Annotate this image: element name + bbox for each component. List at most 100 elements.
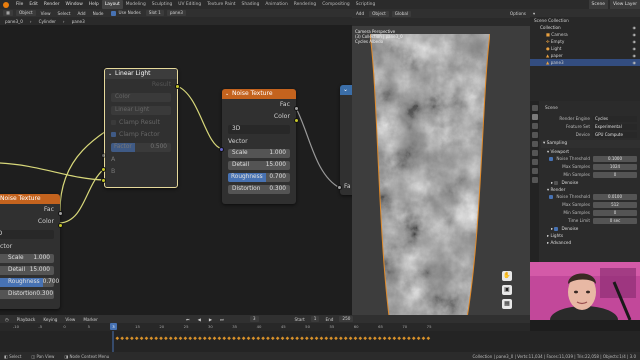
- menu-view[interactable]: View: [63, 317, 77, 322]
- breadcrumb-item[interactable]: pane3: [70, 19, 87, 24]
- fac-input-socket[interactable]: [337, 185, 342, 190]
- linear-light-node[interactable]: ⌄ Linear Light Result Color Linear Light…: [104, 68, 178, 188]
- distortion-field[interactable]: Distortion 0.300: [0, 290, 54, 299]
- blend-mode-dropdown[interactable]: Linear Light: [111, 106, 171, 115]
- roughness-field[interactable]: Roughness 0.700: [228, 173, 290, 182]
- grid-icon[interactable]: ▦: [502, 299, 512, 309]
- eye-icon[interactable]: ◉: [633, 31, 637, 38]
- menu-marker[interactable]: Marker: [81, 317, 99, 322]
- node-editor-canvas[interactable]: ⌄ Linear Light Result Color Linear Light…: [0, 25, 352, 315]
- object-tab-icon[interactable]: [531, 159, 538, 165]
- factor-field[interactable]: Factor 0.500: [111, 143, 171, 152]
- outliner-scene-collection[interactable]: Scene Collection: [530, 17, 640, 24]
- current-frame-field[interactable]: 3: [249, 316, 259, 322]
- roughness-field[interactable]: Roughness 0.700: [0, 278, 59, 287]
- material-tab-icon[interactable]: [531, 177, 538, 183]
- clamp-result-row[interactable]: Clamp Result: [105, 117, 177, 129]
- scale-field[interactable]: Scale 1.000: [0, 254, 54, 263]
- denoise-checkbox[interactable]: [554, 227, 559, 231]
- render-subpanel-header[interactable]: ▾ Render: [541, 186, 640, 193]
- menu-add[interactable]: Add: [354, 11, 366, 16]
- fac-output-socket[interactable]: [58, 211, 63, 216]
- dimensions-dropdown[interactable]: 3D: [228, 125, 290, 134]
- noise-threshold-toggle[interactable]: Noise Threshold: [549, 193, 590, 201]
- blender-logo-icon[interactable]: [3, 1, 9, 8]
- menu-keying[interactable]: Keying: [41, 317, 59, 322]
- scale-field[interactable]: Scale 1.000: [228, 149, 290, 158]
- outliner-item-camera[interactable]: ■ Camera ◉: [530, 31, 640, 38]
- chevron-down-icon[interactable]: ⌄: [108, 69, 112, 79]
- menu-playback[interactable]: Playback: [15, 317, 38, 322]
- node-header[interactable]: ⌄ Linear Light: [105, 69, 177, 79]
- feature-set-dropdown[interactable]: Experimental: [593, 124, 637, 130]
- camera-icon[interactable]: ▣: [502, 285, 512, 295]
- node-header[interactable]: Noise Texture: [0, 194, 60, 204]
- workspace-tab-sculpting[interactable]: Sculpting: [149, 0, 176, 9]
- output-tab-icon[interactable]: [531, 123, 538, 129]
- time-limit-field[interactable]: 0 sec: [593, 218, 637, 224]
- play-icon[interactable]: ▶: [207, 317, 214, 322]
- denoise-subpanel-header[interactable]: ▸ Denoise: [541, 179, 640, 186]
- timeline-ruler[interactable]: -10-50510152025303540455055606570753: [0, 323, 530, 331]
- noise-threshold-checkbox[interactable]: [549, 157, 554, 161]
- detail-field[interactable]: Detail 15.000: [0, 266, 54, 275]
- denoise-subpanel-header[interactable]: ▸ Denoise: [541, 225, 640, 232]
- distortion-field[interactable]: Distortion 0.300: [228, 185, 290, 194]
- outliner-item-empty[interactable]: ✣ Empty ◉: [530, 38, 640, 45]
- device-dropdown[interactable]: GPU Compute: [593, 132, 637, 138]
- menu-render[interactable]: Render: [41, 0, 63, 9]
- noise-threshold-toggle[interactable]: Noise Threshold: [549, 155, 590, 163]
- menu-node[interactable]: Node: [91, 11, 106, 16]
- eye-icon[interactable]: ◉: [633, 38, 637, 45]
- breadcrumb-item[interactable]: pane3_0: [3, 19, 25, 24]
- use-nodes-checkbox[interactable]: [110, 10, 116, 16]
- noise-texture-node[interactable]: ⌄ Noise Texture Fac Color 3D Vector Scal…: [222, 89, 296, 204]
- workspace-tab-compositing[interactable]: Compositing: [319, 0, 353, 9]
- color-output-socket[interactable]: [294, 118, 299, 123]
- advanced-subpanel-header[interactable]: ▸ Advanced: [541, 239, 640, 246]
- outliner-item-light[interactable]: ● Light ◉: [530, 45, 640, 52]
- min-samples-field[interactable]: 0: [593, 172, 637, 178]
- sampling-panel-header[interactable]: ▾ Sampling: [541, 140, 640, 148]
- max-samples-field[interactable]: 512: [593, 202, 637, 208]
- use-nodes-toggle[interactable]: Use Nodes: [109, 10, 143, 16]
- transform-orientation[interactable]: Global: [391, 10, 412, 17]
- detail-field[interactable]: Detail 15.000: [228, 161, 290, 170]
- node-header[interactable]: ⌄ Noise Texture: [222, 89, 296, 99]
- workspace-tab-uv-editing[interactable]: UV Editing: [175, 0, 204, 9]
- noise-threshold-checkbox[interactable]: [549, 195, 554, 199]
- breadcrumb-item[interactable]: Cylinder: [37, 19, 58, 24]
- eye-icon[interactable]: ◉: [633, 52, 637, 59]
- workspace-tab-animation[interactable]: Animation: [262, 0, 290, 9]
- shader-type-select[interactable]: Object: [15, 10, 36, 16]
- end-frame-field[interactable]: 250: [339, 316, 354, 322]
- chevron-down-icon[interactable]: ⌄: [225, 89, 229, 99]
- clamp-factor-row[interactable]: Clamp Factor: [105, 129, 177, 141]
- render-engine-dropdown[interactable]: Cycles: [593, 116, 637, 122]
- outliner-item-paper[interactable]: ▲ paper ◉: [530, 52, 640, 59]
- menu-add[interactable]: Add: [75, 11, 87, 16]
- material-select[interactable]: pane3: [166, 10, 186, 16]
- slot-select[interactable]: Slot 1: [145, 10, 164, 16]
- outliner-filter-icon[interactable]: ▾: [533, 11, 535, 16]
- menu-select[interactable]: Select: [56, 11, 73, 16]
- eye-icon[interactable]: ◉: [633, 45, 637, 52]
- workspace-tab-scripting[interactable]: Scripting: [353, 0, 379, 9]
- fac-output-socket[interactable]: [294, 106, 299, 111]
- data-type-dropdown[interactable]: Color: [111, 93, 171, 102]
- b-input-socket[interactable]: [101, 178, 106, 183]
- tool-tab-icon[interactable]: [531, 105, 538, 111]
- workspace-tab-modeling[interactable]: Modeling: [123, 0, 149, 9]
- menu-object[interactable]: Object: [369, 10, 389, 17]
- menu-view[interactable]: View: [39, 11, 53, 16]
- clamp-factor-checkbox[interactable]: [111, 131, 116, 137]
- start-frame-field[interactable]: 1: [310, 316, 320, 322]
- workspace-tab-texture-paint[interactable]: Texture Paint: [204, 0, 238, 9]
- workspace-tab-layout[interactable]: Layout: [101, 0, 123, 9]
- hand-icon[interactable]: ✋: [502, 271, 512, 281]
- dimensions-dropdown[interactable]: 3D: [0, 230, 54, 239]
- noise-threshold-field[interactable]: 0.1000: [593, 156, 637, 162]
- menu-edit[interactable]: Edit: [26, 0, 41, 9]
- editor-type-icon[interactable]: ◷: [3, 317, 11, 322]
- max-samples-field[interactable]: 1024: [593, 164, 637, 170]
